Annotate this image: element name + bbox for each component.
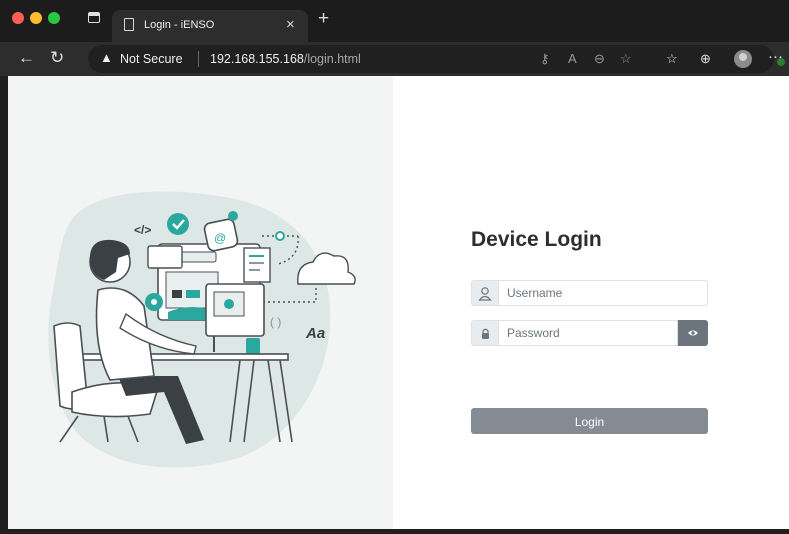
- notification-dot: [228, 211, 238, 221]
- lock-icon: [482, 328, 489, 339]
- minimize-window-button[interactable]: [30, 12, 42, 24]
- illustration-panel: </> @ ( ) Aa: [8, 76, 393, 529]
- profile-avatar[interactable]: [734, 50, 752, 68]
- lock-addon: [471, 320, 499, 346]
- address-separator: [198, 51, 199, 67]
- login-heading: Device Login: [471, 228, 602, 251]
- username-input[interactable]: [499, 280, 708, 306]
- username-group: [471, 280, 708, 306]
- address-bar[interactable]: ▲ Not Secure 192.168.155.168/login.html …: [88, 45, 785, 73]
- page-content: </> @ ( ) Aa Device Login Username Login: [8, 76, 789, 529]
- maximize-window-button[interactable]: [48, 12, 60, 24]
- code-tag-text: </>: [134, 223, 151, 237]
- user-addon: [471, 280, 499, 306]
- back-arrow-icon[interactable]: ←: [18, 48, 35, 68]
- user-icon: [478, 287, 492, 301]
- developer-illustration: </> @ ( ) Aa: [48, 191, 356, 468]
- parens-text: ( ): [270, 315, 281, 329]
- close-window-button[interactable]: [12, 12, 24, 24]
- monitor-block-b: [186, 290, 200, 298]
- show-password-button[interactable]: [678, 320, 708, 346]
- eye-icon: [688, 330, 698, 336]
- login-panel: Device Login Username Login: [393, 76, 789, 529]
- login-button[interactable]: Login: [471, 408, 708, 434]
- check-badge-icon: [167, 213, 189, 235]
- collections-icon[interactable]: ⊕: [700, 51, 711, 67]
- password-group: [471, 320, 708, 346]
- node-circle: [275, 231, 285, 241]
- document-icon: [243, 247, 271, 283]
- coffee-mug: [246, 338, 260, 354]
- warning-icon[interactable]: ▲: [100, 50, 113, 65]
- security-label[interactable]: Not Secure: [120, 52, 183, 66]
- reload-icon[interactable]: ↻: [50, 48, 64, 68]
- password-input[interactable]: [499, 320, 678, 346]
- url-host: 192.168.155.168: [210, 52, 304, 66]
- tab-title: Login - iENSO: [144, 19, 215, 31]
- gear-center: [151, 299, 157, 305]
- new-tab-icon[interactable]: +: [318, 9, 329, 29]
- favorites-icon[interactable]: ☆: [666, 51, 678, 67]
- browser-titlebar: Login - iENSO × +: [0, 0, 789, 42]
- browser-tab[interactable]: Login - iENSO ×: [112, 10, 308, 42]
- browser-toolbar: ← ↻ ▲ Not Secure 192.168.155.168/login.h…: [0, 42, 789, 76]
- read-aloud-icon[interactable]: A: [568, 51, 577, 66]
- key-icon[interactable]: ⚷: [540, 51, 550, 67]
- font-sample-text: Aa: [305, 325, 325, 342]
- monitor-block-a: [172, 290, 182, 298]
- url-text[interactable]: 192.168.155.168/login.html: [210, 52, 361, 66]
- add-favorite-icon[interactable]: ☆: [620, 51, 632, 67]
- monitor-front-dot: [224, 299, 234, 309]
- zoom-icon[interactable]: ⊖: [594, 51, 605, 67]
- update-badge: [777, 58, 785, 66]
- at-symbol-text: @: [214, 231, 226, 245]
- page-icon: [124, 18, 134, 31]
- tab-actions-icon[interactable]: [88, 12, 100, 23]
- tab-close-icon[interactable]: ×: [286, 16, 295, 33]
- url-path: /login.html: [303, 52, 361, 66]
- small-screen: [147, 245, 183, 269]
